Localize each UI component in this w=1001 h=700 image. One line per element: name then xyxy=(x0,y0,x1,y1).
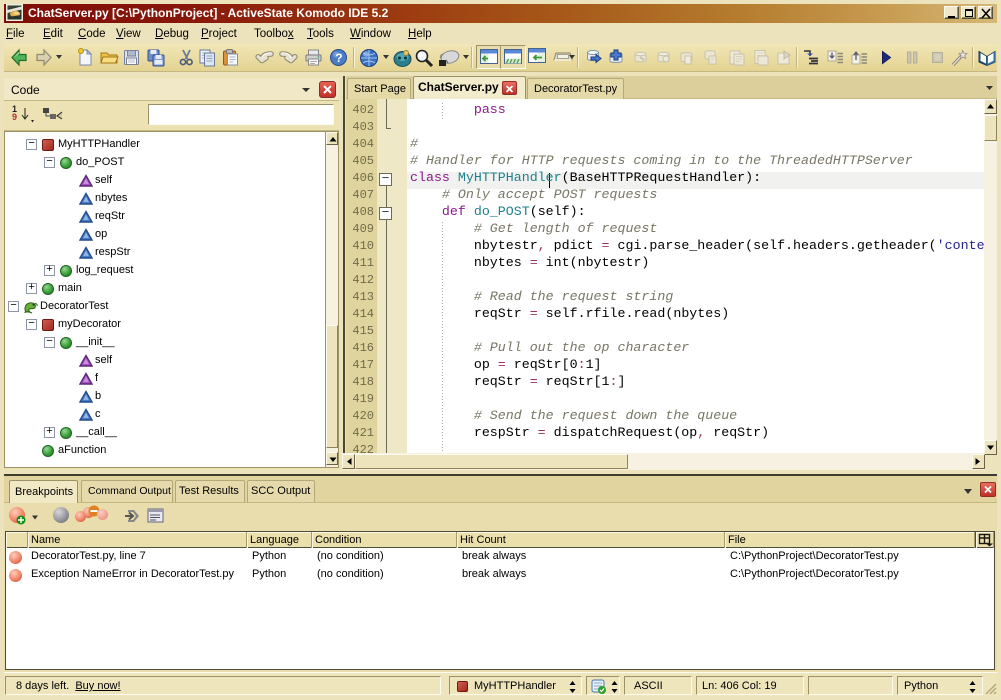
svg-text:?: ? xyxy=(335,51,342,65)
